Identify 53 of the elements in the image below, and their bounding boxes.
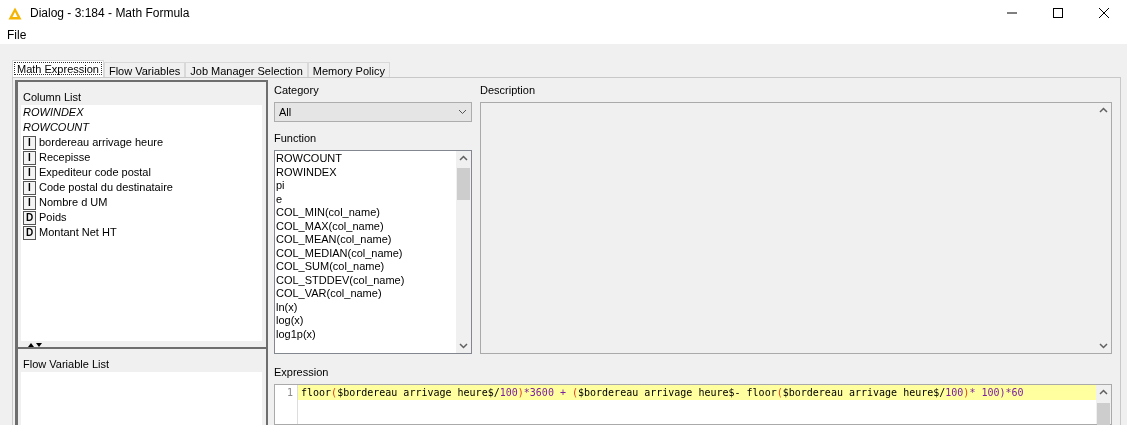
- list-item[interactable]: Code postal du destinataire: [39, 180, 173, 195]
- list-item[interactable]: bordereau arrivage heure: [39, 135, 164, 150]
- chevron-down-icon: [458, 109, 467, 115]
- field-label: Function: [274, 132, 318, 146]
- list-item[interactable]: COL_MEAN(col_name): [276, 233, 456, 247]
- list-item[interactable]: Recepisse: [39, 150, 91, 165]
- list-item[interactable]: Nombre d UM: [39, 195, 108, 210]
- list-item[interactable]: log(x): [276, 314, 456, 328]
- expression-editor[interactable]: 1 floor($bordereau arrivage heure$/100)*3600 + ($bordereau arrivage heure$- floor($bordereau arrivage heure$/100)* 100)*60: [274, 384, 1112, 425]
- list-item[interactable]: ROWCOUNT: [276, 152, 456, 166]
- menu-item[interactable]: File: [7, 28, 27, 42]
- list-item[interactable]: COL_SUM(col_name): [276, 260, 456, 274]
- scroll-up-icon[interactable]: [1099, 107, 1108, 113]
- list-item[interactable]: COL_MIN(col_name): [276, 206, 456, 220]
- warning-triangle-icon: [8, 6, 22, 20]
- list-item[interactable]: COL_MEDIAN(col_name): [276, 246, 456, 260]
- scroll-down-icon[interactable]: [1099, 343, 1108, 349]
- tab[interactable]: Memory Policy: [307, 62, 390, 77]
- type-icon: D: [23, 210, 36, 225]
- list-item[interactable]: Poids: [39, 210, 67, 225]
- field-label: Expression: [274, 366, 330, 380]
- tab[interactable]: Job Manager Selection: [185, 62, 308, 77]
- tab[interactable]: Math Expression: [12, 60, 104, 77]
- scrollbar[interactable]: [1096, 385, 1111, 424]
- list-item[interactable]: ROWCOUNT: [21, 120, 262, 135]
- splitter-arrows-icon[interactable]: [28, 341, 42, 347]
- type-icon: D: [23, 225, 36, 240]
- list-item[interactable]: log1p(x): [276, 327, 456, 341]
- list-item[interactable]: COL_MAX(col_name): [276, 219, 456, 233]
- type-icon: I: [23, 135, 36, 150]
- scroll-thumb[interactable]: [457, 168, 470, 200]
- window-title: Dialog - 3:184 - Math Formula: [30, 6, 191, 20]
- tab[interactable]: Flow Variables: [103, 62, 186, 77]
- list-item[interactable]: ln(x): [276, 300, 456, 314]
- scrollbar[interactable]: [456, 151, 471, 353]
- scroll-down-icon[interactable]: [459, 343, 468, 349]
- type-icon: I: [23, 195, 36, 210]
- list-item[interactable]: e: [276, 192, 456, 206]
- list-item[interactable]: ROWINDEX: [276, 165, 456, 179]
- list-item[interactable]: COL_VAR(col_name): [276, 287, 456, 301]
- field-label: Description: [480, 84, 537, 98]
- list-item[interactable]: ROWINDEX: [21, 105, 262, 120]
- type-icon: I: [23, 150, 36, 165]
- category-dropdown[interactable]: All: [274, 102, 472, 122]
- type-icon: I: [23, 180, 36, 195]
- list-item[interactable]: COL_STDDEV(col_name): [276, 273, 456, 287]
- field-label: Category: [274, 84, 320, 98]
- list-item[interactable]: Montant Net HT: [39, 225, 117, 240]
- type-icon: I: [23, 165, 36, 180]
- scroll-up-icon[interactable]: [459, 155, 468, 161]
- list-item[interactable]: Expediteur code postal: [39, 165, 151, 180]
- scroll-up-icon[interactable]: [1099, 389, 1108, 395]
- list-item[interactable]: pi: [276, 179, 456, 193]
